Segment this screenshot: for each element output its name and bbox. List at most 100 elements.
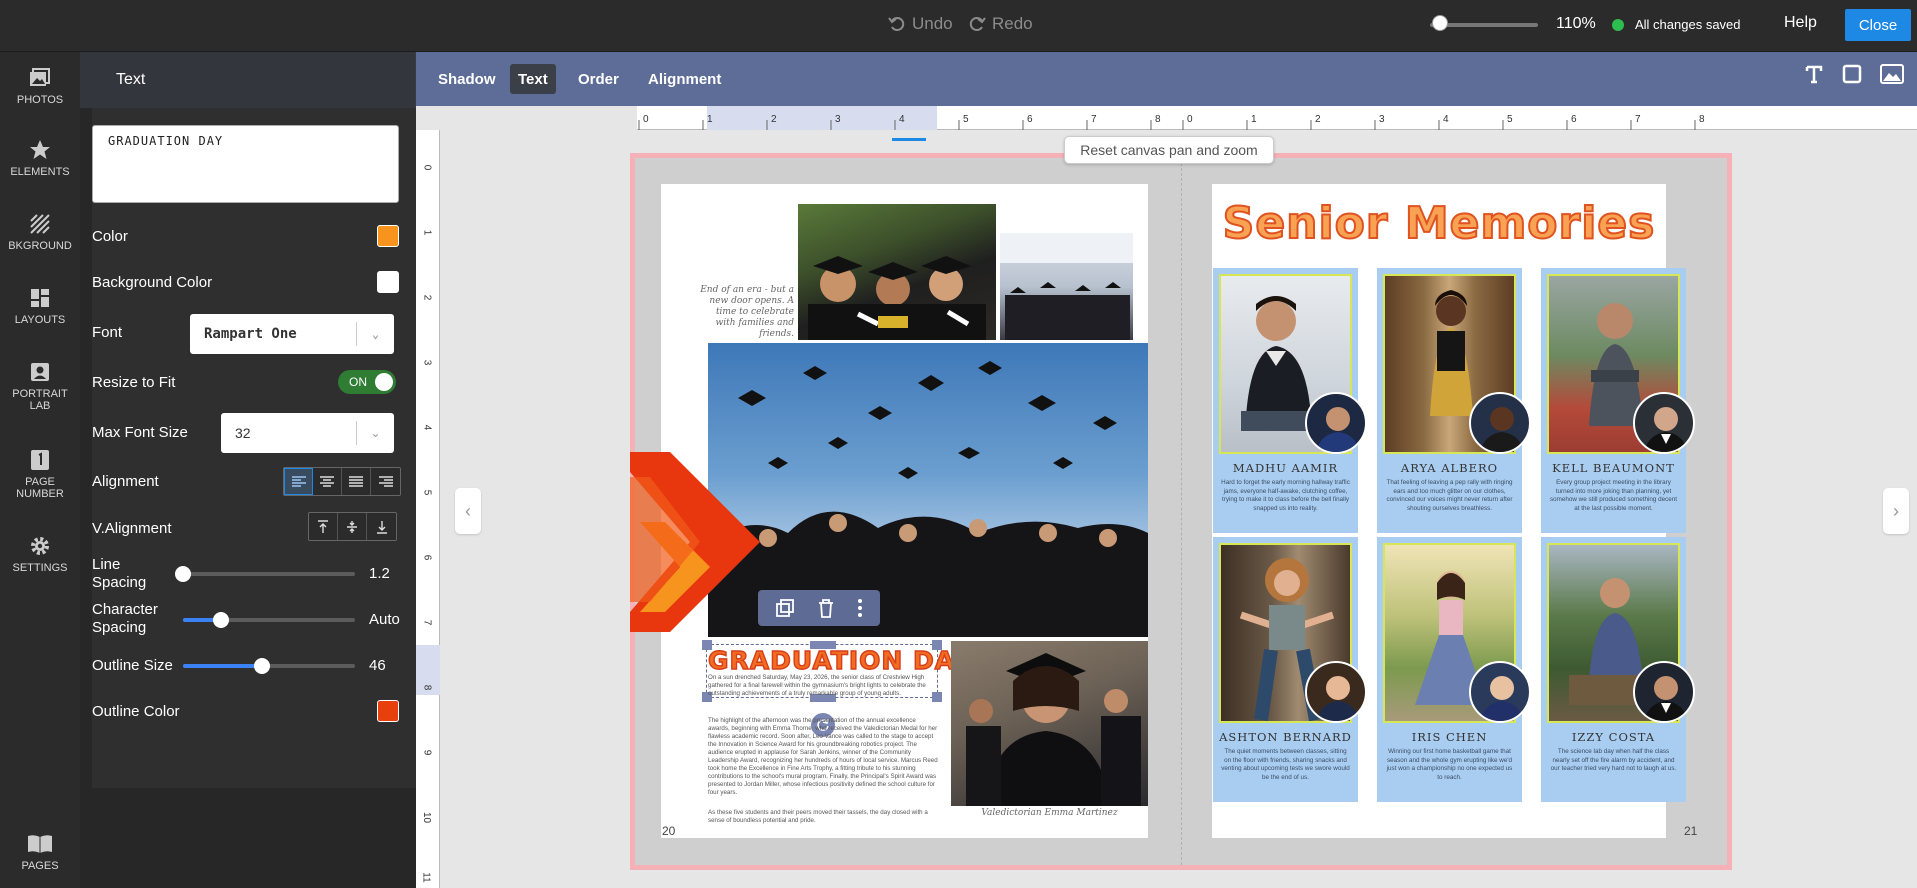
outline-color-swatch[interactable]	[377, 700, 399, 722]
align-center-button[interactable]	[313, 468, 342, 495]
resize-handle[interactable]	[810, 641, 836, 649]
outline-size-slider[interactable]	[183, 658, 355, 674]
graduation-day-title[interactable]: GRADUATION DAY	[707, 645, 972, 675]
ruler-tick-label: 6	[1027, 114, 1033, 125]
student-bio: Winning our first home basketball game t…	[1386, 748, 1513, 781]
close-button[interactable]: Close	[1845, 9, 1911, 41]
zoom-slider-handle[interactable]	[1432, 15, 1449, 31]
ruler-tick-label: 5	[1507, 114, 1513, 125]
help-button[interactable]: Help	[1784, 14, 1817, 32]
rail-label: SETTINGS	[12, 562, 68, 574]
add-image-icon[interactable]	[1880, 64, 1904, 84]
student-card[interactable]: Izzy Costa The science lab day when half…	[1541, 537, 1695, 802]
add-text-icon[interactable]	[1804, 64, 1824, 84]
resize-to-fit-label: Resize to Fit	[92, 374, 176, 391]
top-bar: Undo Redo 110% All changes saved Help Cl…	[0, 0, 1917, 52]
article-paragraph-3[interactable]: As these five students and their peers m…	[708, 809, 938, 825]
rail-item-background[interactable]: BKGROUND	[0, 212, 80, 252]
alignment-label: Alignment	[92, 473, 159, 490]
trash-icon[interactable]	[817, 598, 835, 618]
tab-text[interactable]: Text	[510, 64, 556, 94]
ruler-tick-label: 1	[707, 114, 713, 125]
valedictorian-caption[interactable]: Valedictorian Emma Martinez	[951, 808, 1148, 818]
resize-handle[interactable]	[702, 640, 712, 650]
gear-icon	[31, 537, 49, 555]
slider-handle[interactable]	[175, 566, 191, 582]
ruler-tick-label: 4	[1443, 114, 1449, 125]
align-left-button[interactable]	[284, 468, 313, 495]
undo-button[interactable]: Undo	[888, 14, 953, 34]
valign-bottom-button[interactable]	[367, 513, 396, 540]
valedictorian-photo-art	[966, 653, 1141, 806]
hall-photo-art	[1000, 233, 1133, 340]
resize-to-fit-toggle[interactable]: ON	[338, 370, 396, 394]
max-font-size-select[interactable]: 32 ⌄	[221, 413, 394, 453]
panel-title: Text	[116, 71, 146, 88]
horizontal-ruler: 0 1 2 3 4 5 6 7 8 0 1 2 3 4 5 6 7 8	[637, 106, 1917, 130]
rail-item-pages[interactable]: PAGES	[0, 832, 80, 872]
color-swatch[interactable]	[377, 225, 399, 247]
ruler-tick-label: 9	[421, 749, 433, 756]
rail-item-elements[interactable]: ELEMENTS	[0, 138, 80, 178]
undo-label: Undo	[912, 14, 953, 33]
rail-item-portrait-lab[interactable]: PORTRAIT LAB	[0, 360, 80, 412]
star-icon	[30, 140, 50, 159]
valign-bottom-icon	[376, 520, 387, 534]
valign-top-button[interactable]	[309, 513, 338, 540]
next-page-button[interactable]: ›	[1883, 488, 1909, 534]
add-shape-icon[interactable]	[1842, 64, 1862, 84]
tab-shadow[interactable]: Shadow	[430, 64, 504, 94]
align-right-button[interactable]	[371, 468, 400, 495]
element-action-toolbar	[758, 590, 880, 626]
rail-item-photos[interactable]: PHOTOS	[0, 66, 80, 106]
rail-item-page-number[interactable]: PAGE NUMBER	[0, 448, 80, 500]
align-justify-button[interactable]	[342, 468, 371, 495]
student-card[interactable]: Ashton Bernard The quiet moments between…	[1213, 537, 1367, 802]
resize-handle[interactable]	[932, 640, 942, 650]
more-options-icon[interactable]	[857, 598, 863, 618]
ruler-tick-label: 2	[771, 114, 777, 125]
zoom-value: 110%	[1556, 15, 1596, 32]
line-spacing-slider[interactable]	[175, 566, 355, 582]
ruler-tick-label: 8	[1155, 114, 1161, 125]
reset-canvas-button[interactable]: Reset canvas pan and zoom	[1064, 136, 1274, 164]
valign-middle-button[interactable]	[338, 513, 367, 540]
article-paragraph-1[interactable]: On a sun drenched Saturday, May 23, 2026…	[708, 674, 938, 698]
student-card[interactable]: Iris Chen Winning our first home basketb…	[1377, 537, 1531, 802]
alignment-button-group	[283, 467, 401, 496]
previous-page-button[interactable]: ‹	[455, 488, 481, 534]
top-photo-caption[interactable]: End of an era - but a new door opens. A …	[700, 285, 794, 340]
tab-alignment[interactable]: Alignment	[640, 64, 729, 94]
student-card[interactable]: Madhu Aamir Hard to forget the early mor…	[1213, 268, 1367, 533]
hall-graduates-photo[interactable]	[1000, 233, 1133, 340]
rail-item-layouts[interactable]: LAYOUTS	[0, 286, 80, 326]
slider-handle[interactable]	[212, 612, 229, 628]
senior-memories-title[interactable]: Senior Memories	[1212, 197, 1666, 250]
rail-item-settings[interactable]: SETTINGS	[0, 534, 80, 574]
valedictorian-photo[interactable]	[951, 641, 1148, 806]
panel-header: Text	[80, 52, 416, 108]
redo-button[interactable]: Redo	[968, 14, 1033, 34]
vertical-ruler: 0 1 2 3 4 5 6 7 8 9 10 11	[416, 130, 440, 888]
ruler-ticks	[638, 120, 1696, 130]
student-name: Izzy Costa	[1571, 730, 1656, 744]
save-status-dot	[1612, 19, 1624, 31]
v-alignment-button-group	[308, 512, 397, 541]
student-avatar	[1633, 661, 1695, 723]
slider-handle[interactable]	[254, 658, 271, 674]
ruler-tick-label: 2	[1315, 114, 1321, 125]
tab-order[interactable]: Order	[570, 64, 627, 94]
font-select[interactable]: Rampart One ⌄	[190, 314, 394, 354]
text-content-input[interactable]: GRADUATION DAY	[92, 125, 399, 203]
article-paragraph-2[interactable]: The highlight of the afternoon was the p…	[708, 717, 938, 797]
chevron-left-icon: ‹	[465, 500, 471, 521]
student-avatar	[1305, 392, 1367, 454]
font-label: Font	[92, 324, 123, 341]
student-card[interactable]: Kell Beaumont Every group project meetin…	[1541, 268, 1695, 533]
selfie-graduates-photo[interactable]	[798, 204, 996, 340]
character-spacing-slider[interactable]	[183, 612, 355, 628]
duplicate-icon[interactable]	[775, 598, 795, 618]
background-color-swatch[interactable]	[377, 271, 399, 293]
valign-middle-icon	[347, 520, 357, 533]
student-card[interactable]: Arya Albero That feeling of leaving a pe…	[1377, 268, 1531, 533]
